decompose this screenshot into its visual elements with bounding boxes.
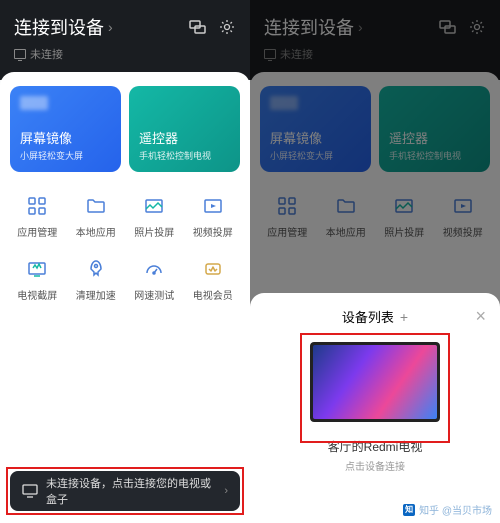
rocket-icon bbox=[84, 257, 108, 281]
screen-mirror-card[interactable]: 屏幕镜像 小屏轻松变大屏 bbox=[10, 86, 121, 172]
add-device-button[interactable]: + bbox=[400, 309, 408, 325]
grid-vip[interactable]: 电视会员 bbox=[186, 257, 241, 302]
monitor-icon bbox=[14, 49, 26, 59]
switch-icon[interactable] bbox=[188, 18, 206, 36]
device-list-sheet: 设备列表 + × 客厅的Redmi电视 点击设备连接 bbox=[250, 293, 500, 523]
sheet-title: 设备列表 bbox=[342, 307, 394, 326]
title-group[interactable]: 连接到设备 › bbox=[14, 14, 113, 40]
grid-local-app[interactable]: 本地应用 bbox=[69, 194, 124, 239]
video-icon bbox=[201, 194, 225, 218]
app-header: 连接到设备 › 未连接 bbox=[0, 0, 250, 80]
watermark: 知 知乎 @当贝市场 bbox=[403, 502, 492, 517]
monitor-icon bbox=[22, 484, 38, 498]
connection-status: 未连接 bbox=[14, 46, 236, 62]
apps-icon bbox=[25, 194, 49, 218]
gear-icon[interactable] bbox=[218, 18, 236, 36]
grid-speed-test[interactable]: 网速测试 bbox=[127, 257, 182, 302]
feature-grid: 应用管理 本地应用 照片投屏 视频投屏 电视截屏 bbox=[10, 194, 240, 302]
device-item[interactable]: 客厅的Redmi电视 点击设备连接 bbox=[264, 342, 486, 473]
remote-card[interactable]: 遥控器 手机轻松控制电视 bbox=[129, 86, 240, 172]
connect-banner[interactable]: 未连接设备，点击连接您的电视或盒子 › bbox=[10, 471, 240, 511]
grid-video-cast[interactable]: 视频投屏 bbox=[186, 194, 241, 239]
zhihu-icon: 知 bbox=[403, 504, 415, 516]
page-title: 连接到设备 bbox=[14, 14, 104, 40]
close-icon[interactable]: × bbox=[475, 306, 486, 327]
folder-icon bbox=[84, 194, 108, 218]
chevron-right-icon: › bbox=[224, 485, 228, 497]
grid-app-manage[interactable]: 应用管理 bbox=[10, 194, 65, 239]
screenshot-icon bbox=[25, 257, 49, 281]
tv-thumbnail bbox=[310, 342, 440, 422]
grid-cleanup[interactable]: 清理加速 bbox=[69, 257, 124, 302]
grid-photo-cast[interactable]: 照片投屏 bbox=[127, 194, 182, 239]
grid-screenshot[interactable]: 电视截屏 bbox=[10, 257, 65, 302]
gauge-icon bbox=[142, 257, 166, 281]
vip-icon bbox=[201, 257, 225, 281]
chevron-right-icon: › bbox=[108, 19, 113, 35]
photo-icon bbox=[142, 194, 166, 218]
